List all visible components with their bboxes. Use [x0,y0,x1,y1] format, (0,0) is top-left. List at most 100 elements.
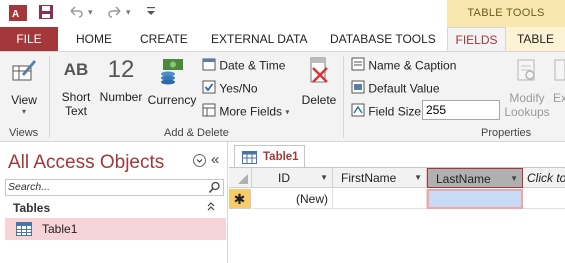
short-text-icon: AB [63,60,89,79]
more-fields-icon [202,103,216,120]
access-window: A ▾ ▾ TABLE TOOLS FILE HOME CREATE EXTER… [0,0,565,263]
tables-group-label: Tables [13,201,51,215]
column-filter-dropdown-icon[interactable]: ▼ [414,168,422,188]
nav-item-table1[interactable]: Table1 [5,218,226,240]
add-delete-group-label: Add & Delete [164,127,229,139]
tab-fields[interactable]: FIELDS [447,27,506,51]
column-header-id[interactable]: ID ▼ [252,168,333,188]
ribbon-separator [343,56,344,138]
default-value-button[interactable]: Default Value [351,80,440,97]
calendar-icon [202,57,216,74]
short-text-label-line1: Short [61,90,91,104]
nav-search-input[interactable]: Search... [8,181,50,193]
number-icon: 12 [107,56,135,83]
date-time-label: Date & Time [219,58,286,73]
cell-id-new[interactable]: (New) [252,189,333,209]
field-size-input[interactable] [422,100,500,120]
modify-expression-label: Ex [553,91,565,105]
select-all-corner[interactable] [229,168,252,188]
name-caption-label: Name & Caption [368,58,457,73]
column-header-label: LastName [436,172,491,186]
more-fields-dropdown-icon: ▾ [285,107,290,117]
view-button[interactable]: View ▾ [4,56,44,116]
svg-text:A: A [12,9,19,20]
tab-external-data[interactable]: EXTERNAL DATA [211,27,307,51]
short-text-label-line2: Text [64,104,87,118]
date-time-button[interactable]: Date & Time [202,57,285,74]
number-label: Number [99,90,143,104]
save-icon[interactable] [38,4,54,23]
more-fields-button[interactable]: More Fields ▾ [202,103,289,120]
undo-dropdown-icon[interactable]: ▾ [88,7,93,18]
datasheet-grid: ID ▼ FirstName ▼ LastName ▼ Click to ✱ (… [229,168,565,263]
delete-label: Delete [301,93,337,107]
collapse-chevron-icon[interactable] [206,201,216,214]
field-size-control: Field Size [351,103,421,120]
document-tab-label: Table1 [263,151,299,163]
modify-lookups-icon [514,59,540,87]
nav-menu-dropdown-icon[interactable] [193,154,206,167]
modify-lookups-label-line2: Lookups [504,105,550,119]
document-area: Table1 ID ▼ FirstName ▼ LastName ▼ Click… [229,142,565,263]
column-filter-dropdown-icon[interactable]: ▼ [510,169,518,189]
number-button[interactable]: 12 Number [98,56,144,104]
currency-button[interactable]: Currency [146,56,198,107]
redo-icon[interactable] [107,4,123,23]
field-size-label: Field Size [368,104,422,119]
cell-firstname-new[interactable] [333,189,427,209]
ribbon: View ▾ Views AB Short Text 12 Number Cur… [0,51,565,142]
default-value-icon [351,80,365,97]
delete-field-icon [305,57,333,89]
currency-icon [157,59,187,89]
yes-no-button[interactable]: Yes/No [202,80,258,97]
tab-file[interactable]: FILE [0,27,58,51]
table-icon [16,222,32,239]
tab-database-tools[interactable]: DATABASE TOOLS [330,27,436,51]
yes-no-label: Yes/No [219,81,258,96]
short-text-button[interactable]: AB Short Text [56,56,96,118]
ribbon-separator [49,56,50,138]
modify-lookups-label-line1: Modify [509,91,545,105]
tab-table[interactable]: TABLE [506,27,565,51]
currency-label: Currency [147,93,197,107]
more-fields-label: More Fields [219,104,283,119]
table-icon [242,151,257,167]
nav-search-box[interactable]: Search... [5,179,224,196]
modify-expression-button[interactable]: Ex [553,56,565,105]
field-size-icon [351,103,365,120]
tab-create[interactable]: CREATE [140,27,188,51]
cell-click-to-add-new[interactable] [523,189,565,209]
ribbon-tabs: FILE HOME CREATE EXTERNAL DATA DATABASE … [0,27,565,51]
nav-pane-title[interactable]: All Access Objects [8,152,164,174]
modify-lookups-button[interactable]: Modify Lookups [502,56,552,119]
name-caption-button[interactable]: Name & Caption [351,57,456,74]
column-filter-dropdown-icon[interactable]: ▼ [320,168,328,188]
customize-qat-icon[interactable] [146,5,156,20]
default-value-label: Default Value [368,81,440,96]
view-label: View [11,93,37,107]
modify-expression-icon [553,59,565,87]
new-record-selector[interactable]: ✱ [229,189,251,209]
document-tab-table1[interactable]: Table1 [234,145,305,168]
view-dropdown-icon: ▾ [21,107,26,116]
redo-dropdown-icon[interactable]: ▾ [126,7,131,18]
column-header-firstname[interactable]: FirstName ▼ [333,168,427,188]
shutter-bar-close-icon[interactable]: « [211,151,219,168]
tab-home[interactable]: HOME [76,27,112,51]
views-group-label: Views [9,127,39,139]
navigation-pane: All Access Objects « Search... Tables Ta… [0,142,228,263]
access-app-icon[interactable]: A [8,4,28,25]
cell-lastname-new[interactable] [427,189,523,209]
column-header-lastname[interactable]: LastName ▼ [427,168,523,188]
search-icon[interactable] [208,181,221,197]
checkbox-icon [202,80,216,97]
table-tools-context-label: TABLE TOOLS [447,0,565,27]
nav-item-label: Table1 [42,222,78,236]
undo-icon[interactable] [68,4,84,23]
view-icon [10,60,38,87]
tables-group-header[interactable]: Tables [5,200,224,218]
column-header-click-to-add[interactable]: Click to [523,168,565,188]
column-header-label: FirstName [341,171,397,185]
quick-access-toolbar: A ▾ ▾ TABLE TOOLS [0,0,565,27]
delete-button[interactable]: Delete [299,56,339,107]
